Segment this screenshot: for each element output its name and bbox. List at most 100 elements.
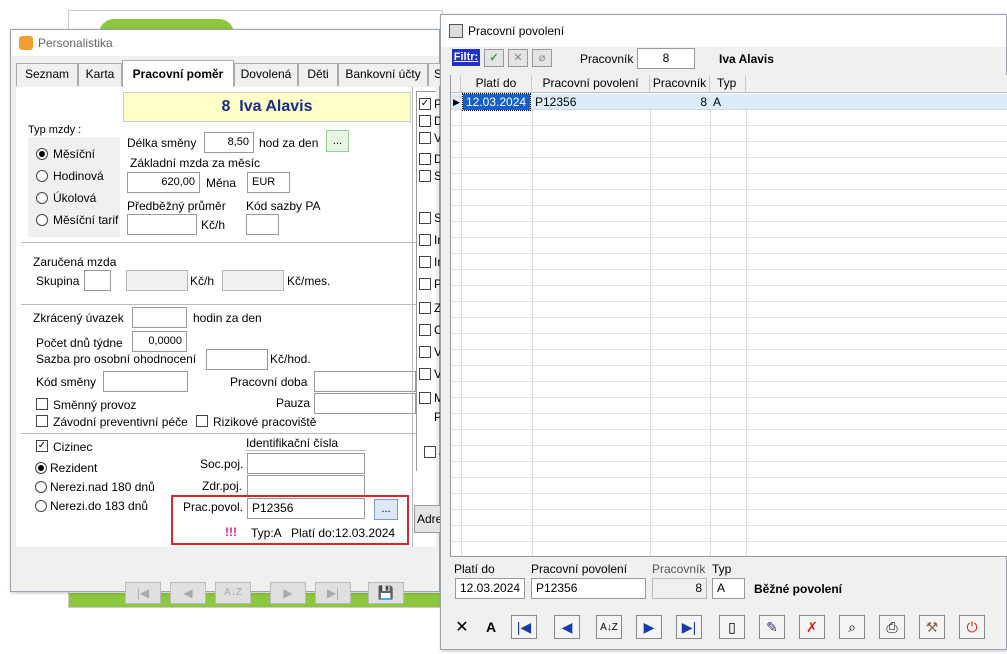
right-checkbox[interactable] bbox=[419, 324, 431, 336]
radio-nerezi-180[interactable] bbox=[35, 481, 47, 493]
right-checkbox[interactable] bbox=[419, 302, 431, 314]
mena-input[interactable]: EUR bbox=[247, 172, 290, 193]
tab-pracovni-pomer[interactable]: Pracovní poměr bbox=[122, 60, 234, 87]
col-header-povoleni[interactable]: Pracovní povolení bbox=[532, 75, 650, 93]
grid-col-line bbox=[532, 94, 533, 556]
first-record-button[interactable]: |◀ bbox=[125, 582, 161, 604]
delka-smeny-button[interactable]: ... bbox=[326, 130, 349, 152]
predbezny-prumer-label: Předběžný průměr bbox=[127, 199, 226, 213]
zkraceny-uvazek-input[interactable] bbox=[132, 307, 187, 328]
zarucena-kch-unit: Kč/h bbox=[190, 274, 215, 288]
right-checkbox[interactable] bbox=[419, 278, 431, 290]
prev-record-button[interactable]: ◀ bbox=[170, 582, 206, 604]
first-record-button[interactable]: |◀ bbox=[511, 615, 537, 639]
prac-povol-label: Prac.povol. bbox=[183, 500, 244, 514]
delka-smeny-input[interactable]: 8,50 bbox=[204, 132, 254, 153]
kod-sazby-label: Kód sazby PA bbox=[246, 199, 321, 213]
zakladni-mzda-input[interactable]: 620,00 bbox=[127, 172, 200, 193]
right-checkbox[interactable] bbox=[419, 392, 431, 404]
predbezny-prumer-input[interactable] bbox=[127, 214, 197, 235]
detail-povoleni-input[interactable]: P12356 bbox=[531, 578, 646, 599]
next-record-button[interactable]: ▶ bbox=[270, 582, 306, 604]
last-icon: ▶| bbox=[681, 618, 697, 635]
new-record-button[interactable]: ▯ bbox=[719, 615, 745, 639]
detail-plati-do-input[interactable]: 12.03.2024 bbox=[455, 578, 525, 599]
filter-attach-button[interactable]: ⌀ bbox=[532, 49, 552, 67]
col-header-filler bbox=[746, 75, 1007, 93]
prac-povol-button[interactable]: ... bbox=[374, 499, 398, 520]
last-record-button[interactable]: ▶| bbox=[315, 582, 351, 604]
filter-clear-button[interactable]: ✕ bbox=[508, 49, 528, 67]
prac-povol-input[interactable]: P12356 bbox=[247, 498, 365, 519]
next-record-button[interactable]: ▶ bbox=[636, 615, 662, 639]
pocet-dnu-input[interactable]: 0,0000 bbox=[132, 331, 187, 352]
zdr-poj-input[interactable] bbox=[247, 475, 365, 496]
close-icon: ✕ bbox=[455, 619, 469, 636]
right-checkbox[interactable] bbox=[419, 234, 431, 246]
tab-deti[interactable]: Děti bbox=[298, 63, 338, 86]
right-checkbox[interactable] bbox=[424, 446, 436, 458]
pauza-input[interactable] bbox=[314, 393, 416, 414]
power-button[interactable]: ⏻ bbox=[959, 615, 985, 639]
tab-bankovni-ucty[interactable]: Bankovní účty bbox=[338, 63, 428, 86]
detail-typ-input[interactable]: A bbox=[712, 578, 745, 599]
zavodni-pece-checkbox[interactable] bbox=[36, 415, 48, 427]
pracovni-doba-input[interactable] bbox=[314, 371, 416, 392]
tab-karta[interactable]: Karta bbox=[78, 63, 122, 86]
print-button[interactable]: ⎙ bbox=[879, 615, 905, 639]
pracovnik-filter-input[interactable]: 8 bbox=[637, 48, 695, 69]
separator bbox=[412, 87, 413, 547]
filter-label[interactable]: Filtr: bbox=[452, 49, 480, 66]
tools-button[interactable]: ⚒ bbox=[919, 615, 945, 639]
prev-record-button[interactable]: ◀ bbox=[554, 615, 580, 639]
sazba-ohodnoceni-input[interactable] bbox=[206, 349, 268, 370]
radio-nerezi-183[interactable] bbox=[35, 500, 47, 512]
close-button[interactable]: ✕ bbox=[449, 615, 475, 639]
employee-number: 8 bbox=[221, 98, 231, 115]
radio-hodinova[interactable] bbox=[36, 170, 48, 182]
skupina-input[interactable] bbox=[84, 270, 111, 291]
col-header-pracovnik[interactable]: Pracovník bbox=[650, 75, 710, 93]
typ-mzdy-group: Měsíční Hodinová Úkolová Měsíční tarif bbox=[28, 137, 120, 237]
table-row[interactable]: ▶ 12.03.2024 P12356 8 A bbox=[451, 93, 1007, 111]
smenny-provoz-checkbox[interactable] bbox=[36, 398, 48, 410]
radio-ukolova[interactable] bbox=[36, 192, 48, 204]
sort-button[interactable]: A↓Z bbox=[596, 615, 622, 639]
right-checkbox[interactable] bbox=[419, 256, 431, 268]
first-icon: |◀ bbox=[516, 618, 532, 635]
right-checkbox[interactable] bbox=[419, 346, 431, 358]
soc-poj-label: Soc.poj. bbox=[200, 457, 244, 471]
sort-button[interactable]: A↓Z bbox=[215, 582, 251, 604]
right-checkbox[interactable] bbox=[419, 368, 431, 380]
radio-mesicni-tarif[interactable] bbox=[36, 214, 48, 226]
tab-dovolena[interactable]: Dovolená bbox=[234, 63, 298, 86]
zkraceny-uvazek-label: Zkrácený úvazek bbox=[33, 311, 124, 325]
col-header-plati-do[interactable]: Platí do bbox=[461, 75, 532, 93]
last-record-button[interactable]: ▶| bbox=[676, 615, 702, 639]
font-icon: A bbox=[485, 619, 497, 635]
col-header-typ[interactable]: Typ bbox=[710, 75, 746, 93]
right-checkbox[interactable] bbox=[419, 153, 431, 165]
right-checkbox[interactable] bbox=[419, 170, 431, 182]
tab-seznam[interactable]: Seznam bbox=[16, 63, 78, 86]
kod-sazby-input[interactable] bbox=[246, 214, 279, 235]
soc-poj-input[interactable] bbox=[247, 453, 365, 474]
right-checkbox[interactable] bbox=[419, 212, 431, 224]
rizikove-label: Rizikové pracoviště bbox=[213, 415, 317, 429]
grid-col-line bbox=[650, 94, 651, 556]
filter-apply-button[interactable]: ✓ bbox=[484, 49, 504, 67]
save-button[interactable]: 💾 bbox=[368, 582, 404, 604]
right-checkbox-checked[interactable]: ✓ bbox=[419, 98, 431, 110]
radio-mesicni[interactable] bbox=[36, 148, 48, 160]
rizikove-checkbox[interactable] bbox=[196, 415, 208, 427]
delete-record-button[interactable]: ✗ bbox=[799, 615, 825, 639]
cizinec-checkbox[interactable]: ✓ bbox=[36, 440, 48, 452]
radio-ukolova-label: Úkolová bbox=[53, 191, 97, 205]
radio-rezident[interactable] bbox=[35, 462, 47, 474]
font-button[interactable]: A bbox=[478, 615, 504, 639]
search-button[interactable]: ⌕ bbox=[839, 615, 865, 639]
kod-smeny-input[interactable] bbox=[103, 371, 188, 392]
right-checkbox[interactable] bbox=[419, 132, 431, 144]
right-checkbox[interactable] bbox=[419, 115, 431, 127]
edit-record-button[interactable]: ✎ bbox=[759, 615, 785, 639]
